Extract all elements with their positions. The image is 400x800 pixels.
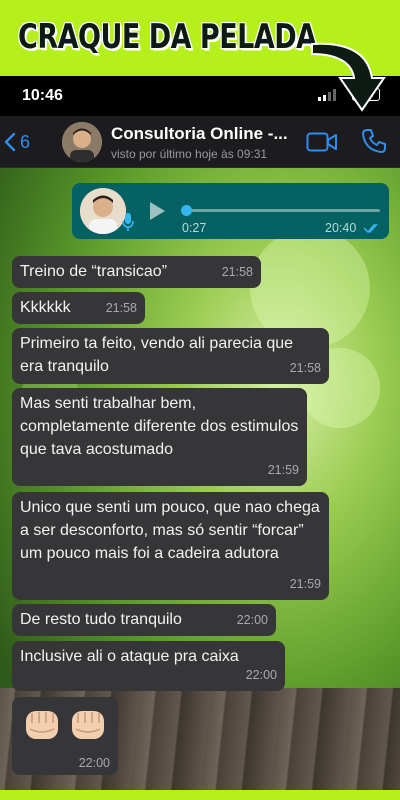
contact-name[interactable]: Consultoria Online -... <box>111 124 288 144</box>
message-bubble[interactable]: Kkkkkk 21:58 <box>12 292 145 324</box>
video-call-icon[interactable] <box>306 130 338 154</box>
play-icon[interactable] <box>148 201 166 221</box>
chat-background: 0:27 20:40 Treino de “transicao” 21:58 K… <box>0 168 400 790</box>
chat-header: 6 Consultoria Online -... visto por últi… <box>0 116 400 168</box>
back-button[interactable]: 6 <box>4 128 44 156</box>
message-time: 21:58 <box>221 265 253 279</box>
read-receipt-icon <box>363 223 378 234</box>
message-bubble[interactable]: Inclusive ali o ataque pra caixa 22:00 <box>12 641 285 691</box>
message-text: Unico que senti um pouco, que nao chega … <box>20 499 320 562</box>
message-bubble[interactable]: Primeiro ta feito, vendo ali parecia que… <box>12 328 329 384</box>
audio-progress-handle[interactable] <box>181 205 192 216</box>
emoji-message[interactable]: 22:00 <box>12 697 118 775</box>
voice-timestamp: 20:40 <box>325 221 357 235</box>
pointer-arrow-icon <box>311 42 386 112</box>
status-time: 10:46 <box>22 87 63 104</box>
voice-message[interactable]: 0:27 20:40 <box>72 183 389 239</box>
message-time: 22:00 <box>78 756 110 770</box>
voice-sender-avatar <box>80 188 126 234</box>
message-time: 21:58 <box>289 361 321 375</box>
message-bubble[interactable]: Unico que senti um pouco, que nao chega … <box>12 492 329 600</box>
message-bubble[interactable]: Mas senti trabalhar bem, completamente d… <box>12 388 307 486</box>
message-time: 21:59 <box>267 463 299 477</box>
banner-title: CRAQUE DA PELADA <box>18 18 317 57</box>
contact-avatar[interactable] <box>62 122 102 162</box>
message-time: 21:58 <box>105 301 137 315</box>
message-text: Mas senti trabalhar bem, completamente d… <box>20 395 299 458</box>
message-text: Treino de “transicao” <box>20 263 168 280</box>
unread-count: 6 <box>20 131 31 152</box>
message-text: Primeiro ta feito, vendo ali parecia que… <box>20 335 294 375</box>
fist-icon <box>26 711 58 739</box>
message-text: Inclusive ali o ataque pra caixa <box>20 648 239 665</box>
phone-call-icon[interactable] <box>361 128 387 154</box>
message-text: De resto tudo tranquilo <box>20 611 182 628</box>
message-time: 22:00 <box>236 613 268 627</box>
message-bubble[interactable]: Treino de “transicao” 21:58 <box>12 256 261 288</box>
chevron-left-icon <box>4 132 16 152</box>
message-time: 22:00 <box>245 668 277 682</box>
voice-duration: 0:27 <box>182 221 207 235</box>
last-seen-status: visto por último hoje às 09:31 <box>111 147 268 161</box>
message-time: 21:59 <box>289 577 321 591</box>
phone-screen: 10:46 6 Consultoria Online -... visto po… <box>0 76 400 790</box>
avatar-image <box>62 122 102 162</box>
microphone-icon <box>122 213 134 231</box>
message-bubble[interactable]: De resto tudo tranquilo 22:00 <box>12 604 276 636</box>
fist-icon <box>72 711 104 739</box>
audio-progress-track[interactable] <box>185 209 380 212</box>
